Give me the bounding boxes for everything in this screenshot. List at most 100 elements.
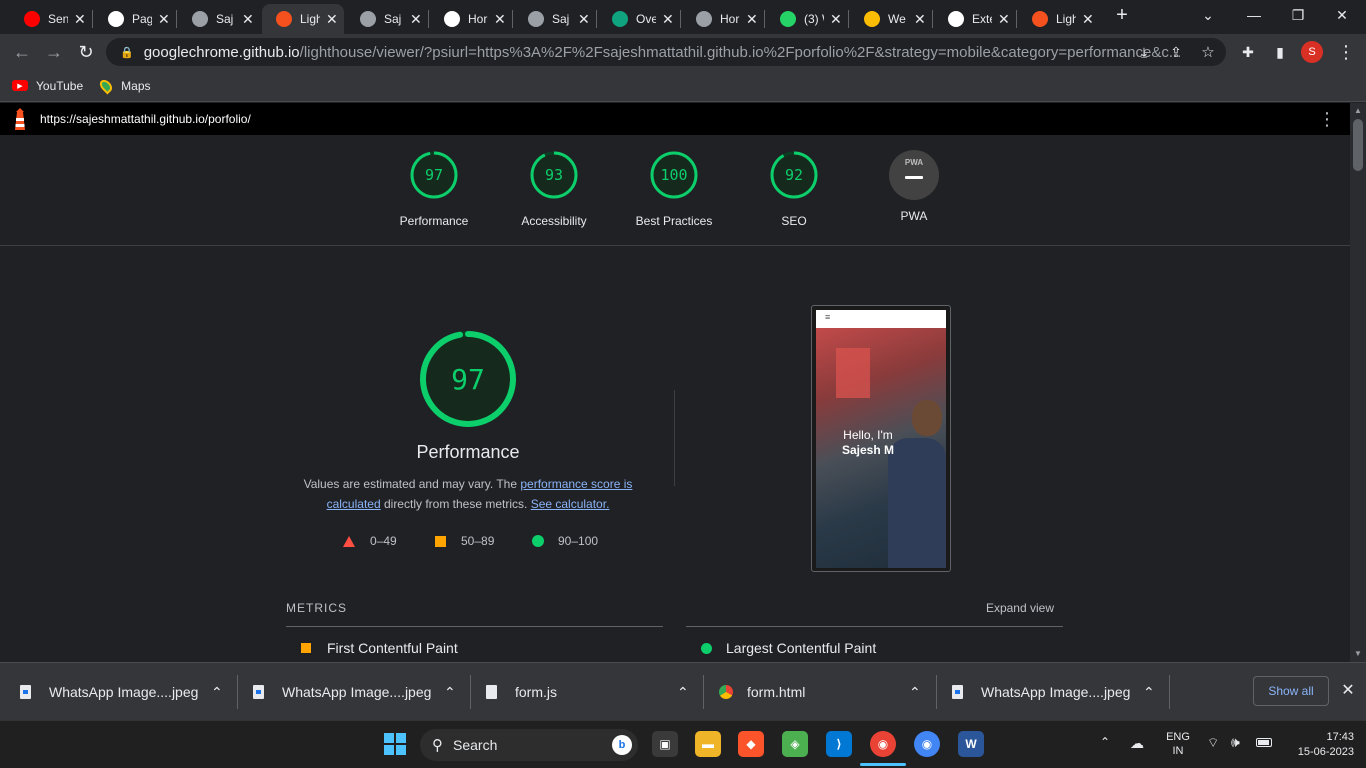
tab-9[interactable]: (3) W ✕ xyxy=(766,4,848,34)
new-tab-icon[interactable]: + xyxy=(1102,4,1142,26)
divider xyxy=(0,245,1350,246)
lighthouse-icon xyxy=(276,11,292,27)
tab-close-icon[interactable]: ✕ xyxy=(746,11,758,28)
share-icon[interactable]: ⇪ xyxy=(1164,40,1188,64)
see-calculator-link[interactable]: See calculator. xyxy=(531,497,610,511)
tab-1[interactable]: Pag ✕ xyxy=(94,4,176,34)
tab-0[interactable]: Sen ✕ xyxy=(10,4,92,34)
task-view-icon[interactable]: ▣ xyxy=(652,731,678,757)
download-item[interactable]: form.js ⌃ xyxy=(486,663,699,721)
bookmark-youtube[interactable]: ▶ YouTube xyxy=(12,79,83,93)
install-icon[interactable]: ⤓ xyxy=(1132,40,1156,64)
git-tool-icon[interactable]: ◈ xyxy=(782,731,808,757)
tab-close-icon[interactable]: ✕ xyxy=(74,11,86,28)
close-downloads-icon[interactable]: ✕ xyxy=(1338,680,1358,702)
tab-close-icon[interactable]: ✕ xyxy=(830,11,842,28)
vscode-icon[interactable]: ⟩ xyxy=(826,731,852,757)
tab-close-icon[interactable]: ✕ xyxy=(578,11,590,28)
chevron-up-icon[interactable]: ⌃ xyxy=(211,684,223,701)
download-item[interactable]: WhatsApp Image....jpeg ⌃ xyxy=(20,663,233,721)
tab-close-icon[interactable]: ✕ xyxy=(242,11,254,28)
back-icon[interactable]: ← xyxy=(10,40,34,64)
tab-4[interactable]: Saj ✕ xyxy=(346,4,428,34)
windows-start-icon[interactable] xyxy=(384,733,406,755)
forward-icon[interactable]: → xyxy=(42,40,66,64)
tab-separator xyxy=(596,10,597,28)
menu-kebab-icon[interactable]: ⋮ xyxy=(1334,40,1358,64)
restore-icon[interactable]: ❐ xyxy=(1278,4,1318,26)
address-path: /lighthouse/viewer/?psiurl=https%3A%2F%2… xyxy=(299,43,1182,61)
reload-icon[interactable]: ↻ xyxy=(74,40,98,64)
tab-close-icon[interactable]: ✕ xyxy=(998,11,1010,28)
download-item[interactable]: form.html ⌃ xyxy=(719,663,932,721)
word-icon[interactable]: W xyxy=(958,731,984,757)
report-menu-icon[interactable]: ⋮ xyxy=(1318,109,1336,130)
tab-close-icon[interactable]: ✕ xyxy=(662,11,674,28)
gauge-best-practices[interactable]: 100 Best Practices xyxy=(624,150,724,228)
whatsapp-icon xyxy=(780,11,796,27)
onedrive-icon[interactable]: ☁ xyxy=(1130,735,1144,752)
chevron-up-icon[interactable]: ⌃ xyxy=(1143,684,1155,701)
address-bar[interactable]: 🔒 googlechrome.github.io/lighthouse/view… xyxy=(106,38,1226,66)
minimize-icon[interactable]: — xyxy=(1234,4,1274,26)
tab-8[interactable]: Hor ✕ xyxy=(682,4,764,34)
show-all-button[interactable]: Show all xyxy=(1253,676,1329,706)
tab-close-icon[interactable]: ✕ xyxy=(158,11,170,28)
extensions-icon[interactable]: ✚ xyxy=(1236,40,1260,64)
youtube-icon xyxy=(24,11,40,27)
tab-12[interactable]: Ligh ✕ xyxy=(1018,4,1100,34)
tab-close-icon[interactable]: ✕ xyxy=(1082,11,1094,28)
taskbar-search-box[interactable]: ⚲ Search b xyxy=(420,729,638,761)
close-window-icon[interactable]: ✕ xyxy=(1322,4,1362,26)
clock[interactable]: 17:43 15-06-2023 xyxy=(1286,730,1354,760)
tray-chevron-icon[interactable]: ⌃ xyxy=(1100,735,1110,749)
file-explorer-icon[interactable]: ▬ xyxy=(695,731,721,757)
tab-search-icon[interactable]: ⌄ xyxy=(1188,4,1228,26)
chevron-up-icon[interactable]: ⌃ xyxy=(909,684,921,701)
bookmark-maps[interactable]: Maps xyxy=(97,77,151,94)
address-host: googlechrome.github.io xyxy=(143,43,300,61)
gauge-performance[interactable]: 97 Performance xyxy=(384,150,484,228)
page-scrollbar[interactable]: ▲ ▼ xyxy=(1350,103,1366,662)
tab-2[interactable]: Saj ✕ xyxy=(178,4,260,34)
wifi-icon[interactable]: ⌔ xyxy=(1207,735,1219,751)
chevron-up-icon[interactable]: ⌃ xyxy=(444,684,456,701)
tab-3[interactable]: Ligh ✕ xyxy=(262,4,344,34)
legend-pass: 90–100 xyxy=(532,534,598,548)
battery-icon[interactable] xyxy=(1256,738,1272,747)
side-panel-icon[interactable]: ▮ xyxy=(1268,40,1292,64)
tab-close-icon[interactable]: ✕ xyxy=(494,11,506,28)
tab-close-icon[interactable]: ✕ xyxy=(914,11,926,28)
chevron-up-icon[interactable]: ⌃ xyxy=(677,684,689,701)
bookmark-star-icon[interactable]: ☆ xyxy=(1196,40,1220,64)
tab-7[interactable]: Ove ✕ xyxy=(598,4,680,34)
tab-close-icon[interactable]: ✕ xyxy=(326,11,338,28)
tab-close-icon[interactable]: ✕ xyxy=(410,11,422,28)
volume-icon[interactable]: 🕪 xyxy=(1231,734,1240,751)
tab-label: Sen xyxy=(48,12,68,26)
tab-11[interactable]: Exte ✕ xyxy=(934,4,1016,34)
scroll-down-icon[interactable]: ▼ xyxy=(1350,649,1366,658)
profile-avatar[interactable]: S xyxy=(1301,41,1323,63)
tab-6[interactable]: Saj ✕ xyxy=(514,4,596,34)
tab-separator xyxy=(764,10,765,28)
report-url[interactable]: https://sajeshmattathil.github.io/porfol… xyxy=(40,112,251,126)
gauge-accessibility[interactable]: 93 Accessibility xyxy=(504,150,604,228)
globe-icon xyxy=(696,11,712,27)
gauge-seo[interactable]: 92 SEO xyxy=(744,150,844,228)
main-title: Performance xyxy=(416,442,520,462)
tab-5[interactable]: Hor ✕ xyxy=(430,4,512,34)
download-item[interactable]: WhatsApp Image....jpeg ⌃ xyxy=(253,663,466,721)
chrome-profile-icon[interactable]: ◉ xyxy=(914,731,940,757)
scroll-up-icon[interactable]: ▲ xyxy=(1350,106,1366,115)
final-screenshot[interactable]: ≡ Hello, I'm Sajesh M xyxy=(811,305,951,572)
brave-icon[interactable]: ◆ xyxy=(738,731,764,757)
download-separator xyxy=(470,675,471,709)
tab-10[interactable]: We ✕ xyxy=(850,4,932,34)
gauge-pwa[interactable]: PWA PWA xyxy=(864,150,964,223)
scrollbar-thumb[interactable] xyxy=(1353,119,1363,171)
chrome-icon[interactable]: ◉ xyxy=(870,731,896,757)
language-indicator[interactable]: ENG IN xyxy=(1160,730,1196,758)
expand-view-toggle[interactable]: Expand view xyxy=(958,601,1054,615)
download-item[interactable]: WhatsApp Image....jpeg ⌃ xyxy=(952,663,1165,721)
